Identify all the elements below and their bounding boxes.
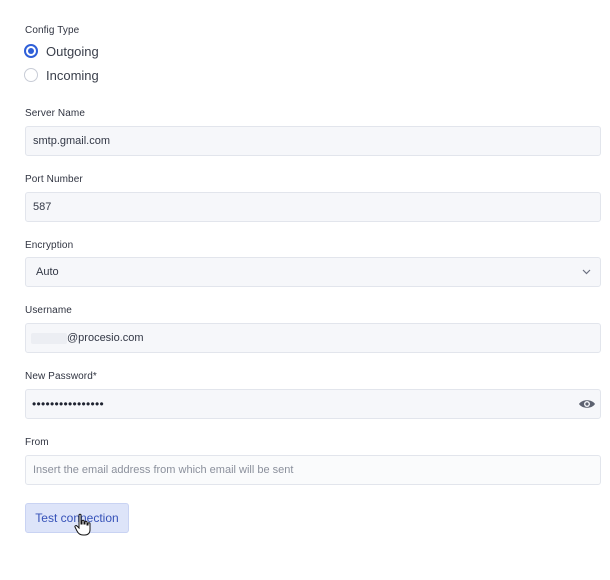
radio-incoming-label[interactable]: Incoming	[46, 68, 99, 83]
from-input[interactable]: Insert the email address from which emai…	[25, 455, 601, 485]
from-placeholder: Insert the email address from which emai…	[33, 464, 294, 476]
radio-incoming[interactable]: Incoming	[24, 66, 99, 84]
eye-icon[interactable]	[578, 397, 596, 411]
port-number-label: Port Number	[25, 174, 83, 185]
port-number-input[interactable]: 587	[25, 192, 601, 222]
config-type-label: Config Type	[25, 25, 80, 36]
server-name-value: smtp.gmail.com	[33, 135, 111, 147]
password-masked-value: ••••••••••••••••	[32, 397, 105, 411]
from-label: From	[25, 437, 49, 448]
encryption-select[interactable]: Auto	[25, 257, 601, 287]
radio-outgoing[interactable]: Outgoing	[24, 42, 99, 60]
port-number-value: 587	[33, 201, 52, 213]
server-name-label: Server Name	[25, 108, 86, 119]
username-domain: @procesio.com	[67, 332, 144, 344]
username-label: Username	[25, 305, 72, 316]
radio-outgoing-label[interactable]: Outgoing	[46, 44, 99, 59]
new-password-input[interactable]: ••••••••••••••••	[25, 389, 601, 419]
redacted-username	[31, 332, 67, 344]
radio-outgoing-indicator[interactable]	[24, 44, 38, 58]
hand-cursor-icon	[74, 513, 92, 537]
new-password-label: New Password*	[25, 371, 97, 382]
server-name-input[interactable]: smtp.gmail.com	[25, 126, 601, 156]
encryption-label: Encryption	[25, 240, 74, 251]
radio-incoming-indicator[interactable]	[24, 68, 38, 82]
encryption-value: Auto	[36, 266, 59, 278]
chevron-down-icon[interactable]	[581, 267, 591, 277]
username-input[interactable]: @procesio.com	[25, 323, 601, 353]
